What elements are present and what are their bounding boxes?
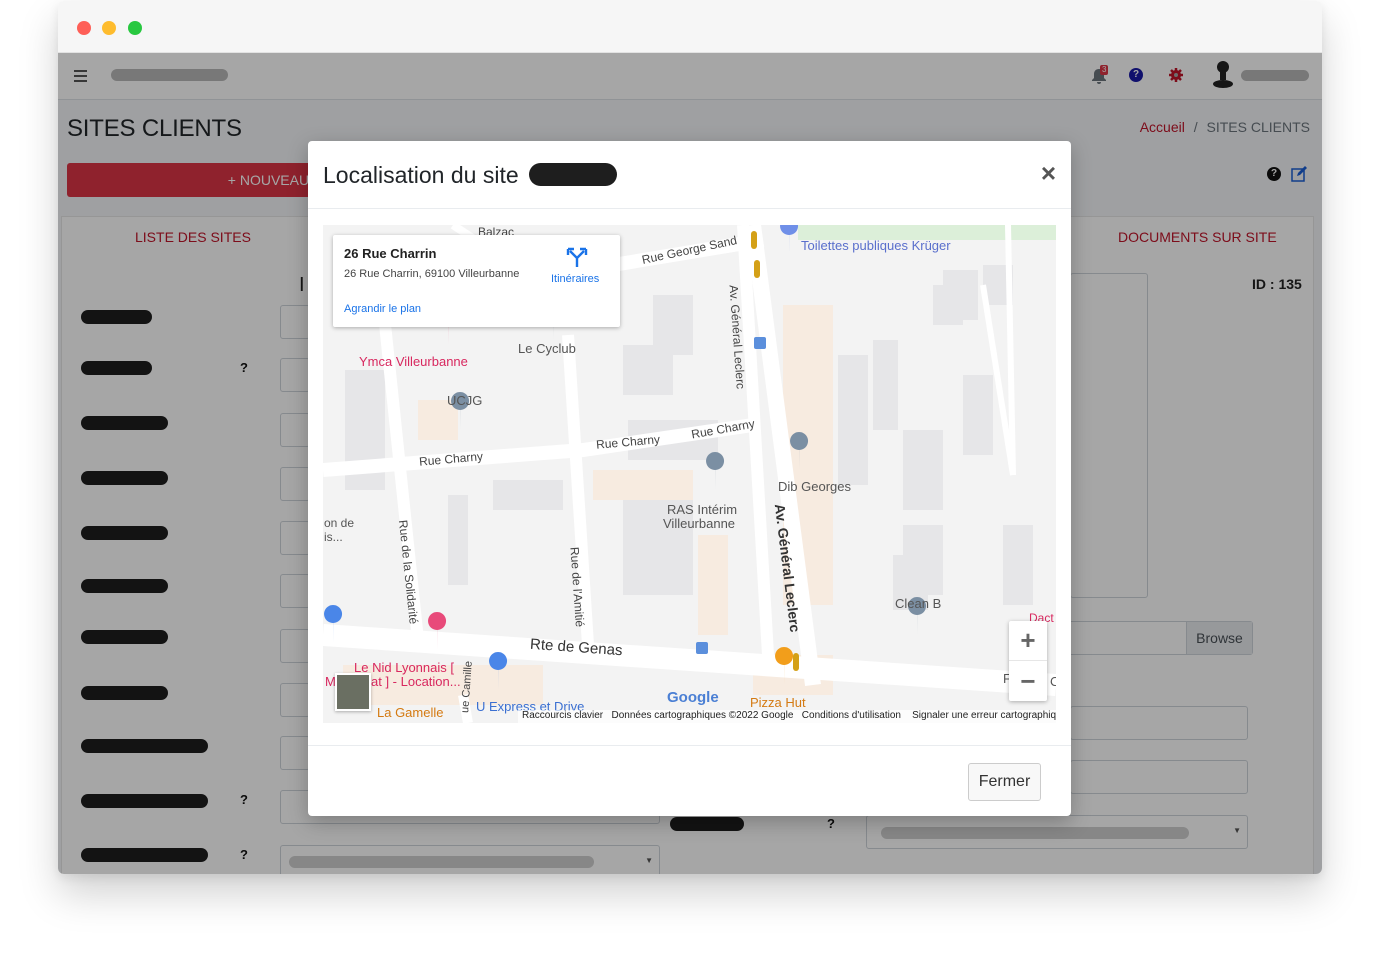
- modal-title: Localisation du site: [323, 162, 618, 189]
- zoom-control: + −: [1009, 621, 1047, 701]
- modal-close-button[interactable]: ×: [1041, 158, 1056, 189]
- poi-label[interactable]: UCJG: [447, 393, 482, 408]
- map-data-credit: Données cartographiques ©2022 Google: [611, 710, 794, 721]
- zoom-out-button[interactable]: −: [1009, 661, 1047, 701]
- map-info-window: 26 Rue Charrin 26 Rue Charrin, 69100 Vil…: [333, 235, 620, 327]
- poi-label[interactable]: Dib Georges: [778, 479, 851, 494]
- zoom-in-button[interactable]: +: [1009, 621, 1047, 661]
- poi-label[interactable]: at ] - Location...: [371, 674, 461, 689]
- terms-link[interactable]: Conditions d'utilisation: [802, 710, 901, 721]
- location-modal: Localisation du site × Balzac Rue George…: [308, 141, 1071, 816]
- poi-label[interactable]: C: [1050, 674, 1056, 689]
- minimize-window-button[interactable]: [102, 21, 116, 35]
- google-map[interactable]: Balzac Rue George Sand Rue Charny Rue Ch…: [323, 225, 1056, 723]
- poi-label[interactable]: Clean B: [895, 596, 941, 611]
- poi-label[interactable]: RAS Intérim: [667, 502, 737, 517]
- modal-title-text: Localisation du site: [323, 162, 519, 188]
- google-logo: Google: [667, 689, 719, 706]
- keyboard-shortcuts-link[interactable]: Raccourcis clavier: [522, 710, 603, 721]
- modal-footer: Fermer: [308, 745, 1071, 816]
- window-titlebar: [58, 1, 1322, 53]
- place-address: 26 Rue Charrin, 69100 Villeurbanne: [344, 268, 520, 280]
- poi-label[interactable]: Le Cyclub: [518, 341, 576, 356]
- map-type-thumbnail[interactable]: [335, 673, 371, 711]
- report-error-link[interactable]: Signaler une erreur cartographique: [912, 710, 1056, 721]
- poi-label[interactable]: on de: [324, 516, 354, 530]
- redacted-site-name: [529, 163, 618, 187]
- close-modal-button[interactable]: Fermer: [968, 763, 1041, 801]
- enlarge-map-link[interactable]: Agrandir le plan: [344, 303, 421, 315]
- close-window-button[interactable]: [77, 21, 91, 35]
- poi-label[interactable]: is...: [324, 530, 343, 544]
- poi-label[interactable]: Villeurbanne: [663, 516, 735, 531]
- poi-label[interactable]: La Gamelle: [377, 705, 443, 720]
- directions-link[interactable]: Itinéraires: [551, 273, 599, 285]
- poi-label[interactable]: Toilettes publiques Krüger: [801, 238, 951, 253]
- poi-label[interactable]: Ymca Villeurbanne: [359, 354, 468, 369]
- map-attribution: Raccourcis clavier Données cartographiqu…: [518, 710, 1056, 723]
- poi-label[interactable]: Pizza Hut: [750, 695, 806, 710]
- modal-header: Localisation du site ×: [308, 141, 1071, 209]
- maximize-window-button[interactable]: [128, 21, 142, 35]
- place-name: 26 Rue Charrin: [344, 246, 437, 261]
